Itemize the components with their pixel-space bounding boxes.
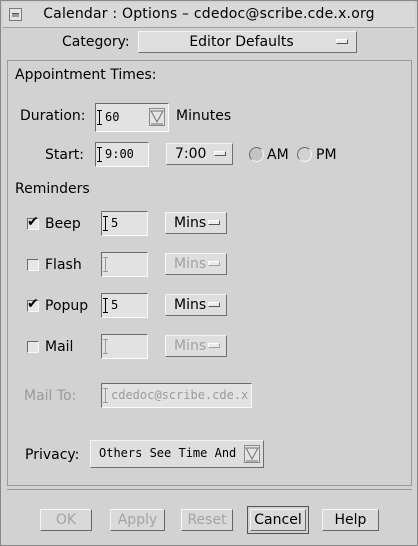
pm-radio[interactable]	[297, 147, 312, 162]
apply-button[interactable]: Apply	[110, 509, 165, 531]
flash-label: Flash	[45, 257, 82, 273]
reset-button[interactable]: Reset	[181, 509, 233, 531]
beep-label: Beep	[45, 216, 81, 232]
duration-label: Duration:	[20, 108, 86, 124]
combo-arrow-icon[interactable]	[149, 108, 165, 126]
start-time-field[interactable]: 9:00	[95, 142, 149, 167]
duration-value: 60	[105, 110, 120, 124]
start-time-menu-value: 7:00	[175, 146, 207, 162]
flash-minutes-field[interactable]	[101, 252, 148, 277]
beep-checkbox[interactable]: ✔	[27, 214, 39, 230]
window-title: Calendar : Options – cdedoc@scribe.cde.x…	[43, 6, 375, 22]
mail-minutes-field[interactable]	[101, 334, 148, 359]
mail-label: Mail	[45, 339, 74, 355]
option-menu-indicator-icon	[214, 151, 226, 156]
popup-unit-menu[interactable]: Mins	[165, 294, 227, 316]
beep-unit-menu[interactable]: Mins	[165, 212, 227, 234]
title-bar: Calendar : Options – cdedoc@scribe.cde.x…	[3, 3, 415, 28]
option-menu-indicator-icon	[208, 220, 220, 225]
checkmark-icon: ✔	[27, 214, 39, 230]
mail-to-value: cdedoc@scribe.cde.x.	[111, 388, 252, 402]
duration-unit: Minutes	[176, 108, 232, 124]
ok-button[interactable]: OK	[40, 509, 92, 531]
cancel-button[interactable]: Cancel	[247, 506, 309, 534]
mail-to-label: Mail To:	[24, 388, 77, 404]
popup-unit-value: Mins	[174, 297, 207, 313]
button-bar: OK Apply Reset Cancel Help	[7, 489, 412, 542]
checkmark-icon: ✔	[27, 296, 39, 312]
popup-label: Popup	[45, 298, 89, 314]
category-label: Category:	[62, 34, 130, 50]
pm-label: PM	[316, 147, 337, 163]
popup-checkbox[interactable]: ✔	[27, 296, 39, 312]
option-menu-indicator-icon	[208, 302, 220, 307]
beep-unit-value: Mins	[174, 215, 207, 231]
privacy-value: Others See Time And	[99, 446, 237, 460]
am-radio[interactable]	[249, 147, 264, 162]
beep-minutes-value: 5	[111, 216, 119, 230]
mail-unit-menu[interactable]: Mins	[165, 335, 227, 357]
popup-minutes-field[interactable]: 5	[101, 293, 148, 318]
help-button[interactable]: Help	[322, 509, 379, 531]
am-label: AM	[267, 147, 289, 163]
category-value: Editor Defaults	[189, 34, 294, 50]
combo-arrow-icon[interactable]	[244, 445, 260, 463]
category-menu[interactable]: Editor Defaults	[138, 31, 357, 53]
flash-unit-menu[interactable]: Mins	[165, 253, 227, 275]
privacy-combo[interactable]: Others See Time And	[90, 440, 264, 468]
start-time-menu[interactable]: 7:00	[166, 143, 233, 165]
start-time-value: 9:00	[105, 147, 134, 161]
option-menu-indicator-icon	[208, 261, 220, 266]
start-label: Start:	[45, 147, 84, 163]
appointment-times-heading: Appointment Times:	[15, 67, 157, 83]
category-bar: Category: Editor Defaults	[7, 28, 412, 61]
option-menu-indicator-icon	[336, 39, 348, 44]
mail-checkbox[interactable]	[27, 341, 39, 353]
beep-minutes-field[interactable]: 5	[101, 211, 148, 236]
mail-to-field[interactable]: cdedoc@scribe.cde.x.	[101, 383, 252, 408]
privacy-label: Privacy:	[25, 447, 80, 463]
editor-defaults-panel: Appointment Times: Duration: 60 Minutes …	[7, 61, 412, 486]
duration-combo[interactable]: 60	[95, 103, 169, 132]
flash-unit-value: Mins	[174, 256, 207, 272]
reminders-heading: Reminders	[15, 181, 90, 197]
mail-unit-value: Mins	[174, 338, 207, 354]
flash-checkbox[interactable]	[27, 259, 39, 271]
calendar-options-window: Calendar : Options – cdedoc@scribe.cde.x…	[0, 0, 418, 546]
popup-minutes-value: 5	[111, 298, 119, 312]
option-menu-indicator-icon	[208, 343, 220, 348]
